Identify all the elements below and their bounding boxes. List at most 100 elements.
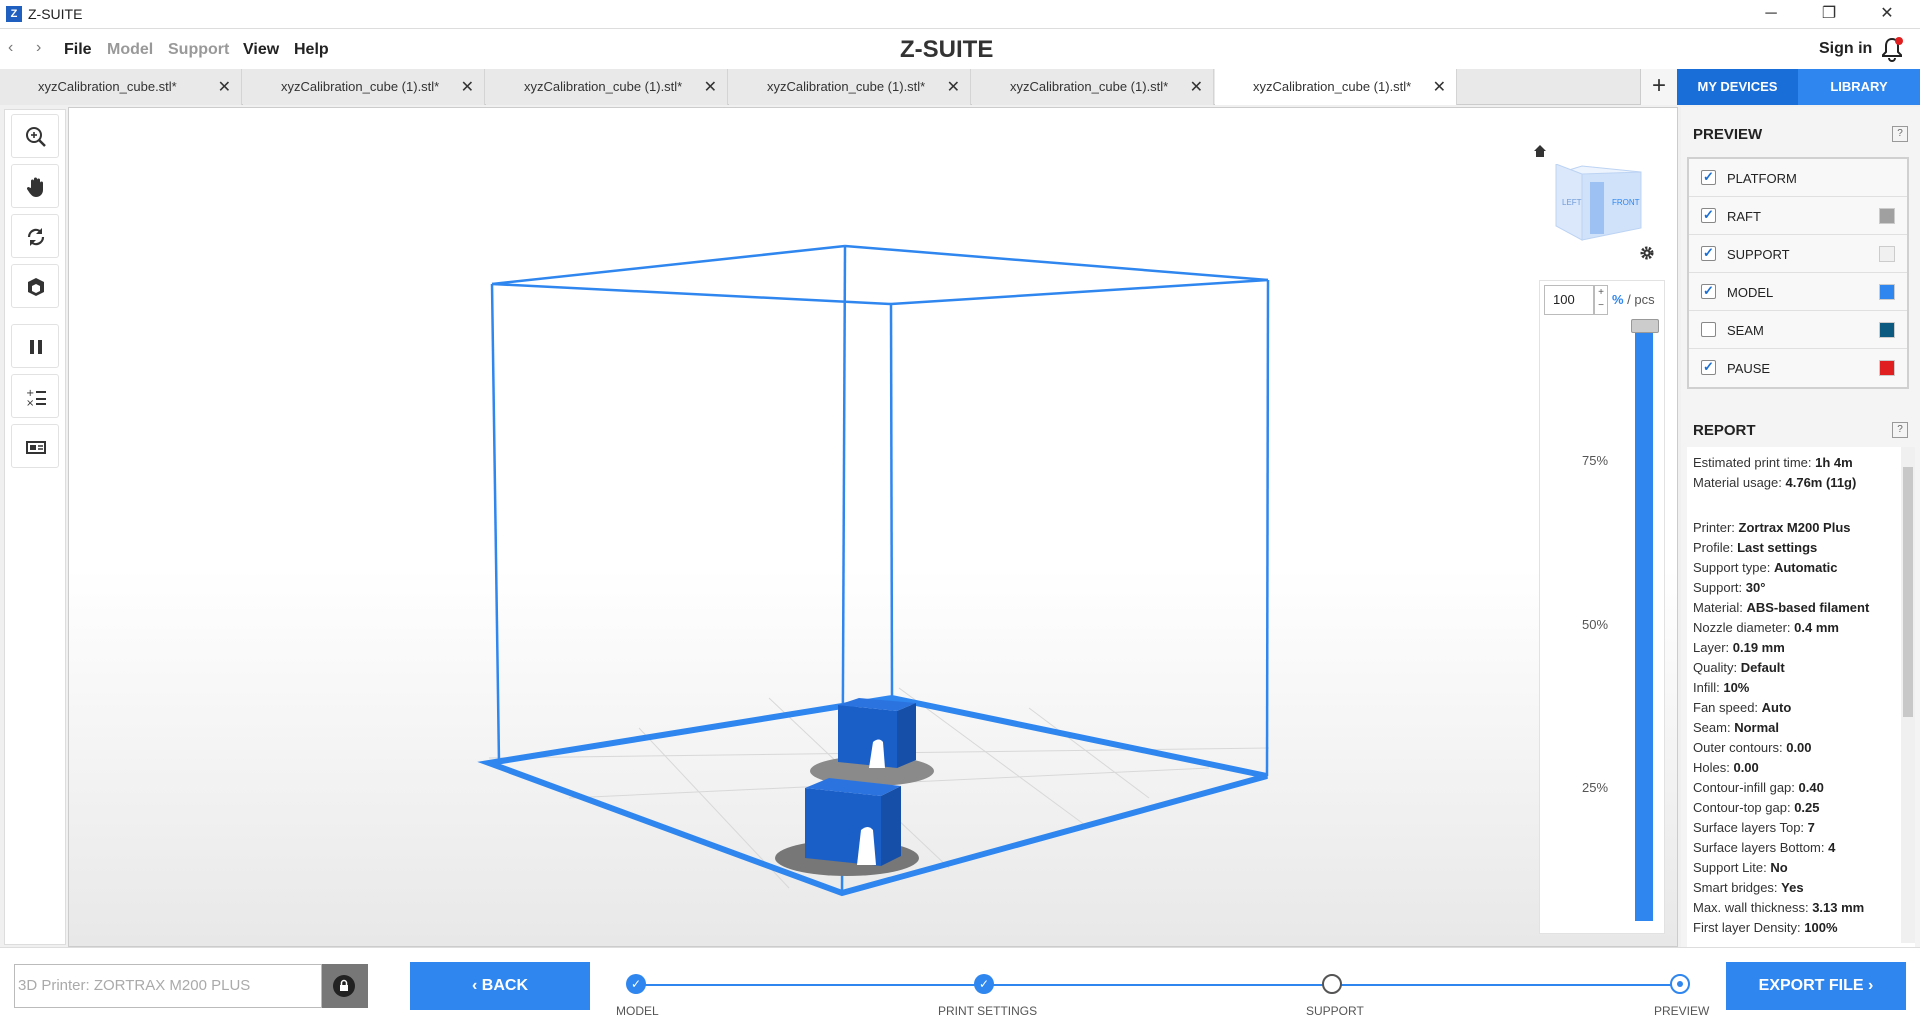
my-devices-button[interactable]: MY DEVICES	[1677, 69, 1798, 105]
rotate-icon	[27, 228, 45, 246]
minimize-button[interactable]: ─	[1748, 0, 1794, 29]
report-scrollbar[interactable]	[1901, 447, 1915, 943]
back-button[interactable]: ‹ BACK	[410, 962, 590, 1010]
preview-row-label: PLATFORM	[1727, 171, 1797, 186]
step-model-label[interactable]: MODEL	[616, 1004, 659, 1018]
file-tab[interactable]: xyzCalibration_cube.stl* ✕	[0, 69, 242, 105]
platform-checkbox[interactable]	[1701, 169, 1716, 185]
3d-viewport[interactable]: LEFT FRONT	[68, 107, 1678, 947]
restore-button[interactable]: ❐	[1806, 0, 1852, 29]
step-preview-label[interactable]: PREVIEW	[1654, 1004, 1709, 1018]
report-line: Surface layers Bottom: 4	[1693, 840, 1836, 855]
close-tab-icon[interactable]: ✕	[1433, 77, 1446, 97]
chevron-left-icon: ‹	[472, 977, 478, 994]
model-cube-front[interactable]	[805, 778, 901, 866]
model-color-swatch[interactable]	[1879, 284, 1895, 300]
back-arrow-icon[interactable]: ‹	[8, 39, 13, 57]
step-print-settings-check-icon[interactable]: ✓	[974, 974, 994, 994]
rotate-tool-button[interactable]	[11, 214, 59, 258]
pause-checkbox[interactable]	[1701, 359, 1716, 375]
stepper-up[interactable]: +	[1595, 286, 1607, 299]
report-content: Estimated print time: 1h 4m Material usa…	[1687, 447, 1915, 947]
file-tab[interactable]: xyzCalibration_cube (1).stl* ✕	[243, 69, 485, 105]
pcs-unit[interactable]: / pcs	[1624, 292, 1654, 307]
layer-stepper[interactable]: + −	[1594, 285, 1608, 315]
zoom-tool-button[interactable]	[11, 114, 59, 158]
stepper-down[interactable]: −	[1595, 299, 1607, 312]
file-tab[interactable]: xyzCalibration_cube (1).stl* ✕	[972, 69, 1214, 105]
report-line: Quality: Default	[1693, 660, 1785, 675]
raft-color-swatch[interactable]	[1879, 208, 1895, 224]
menu-support[interactable]: Support	[168, 41, 229, 59]
menu-view[interactable]: View	[243, 41, 279, 59]
layers-tool-button[interactable]	[11, 424, 59, 468]
layer-level-bar[interactable]	[1635, 323, 1653, 921]
menu-help[interactable]: Help	[294, 41, 329, 59]
pan-tool-button[interactable]	[11, 164, 59, 208]
layer-unit-toggle[interactable]: % / pcs	[1612, 292, 1655, 307]
export-file-button[interactable]: EXPORT FILE ›	[1726, 962, 1906, 1010]
model-cube-back[interactable]	[838, 698, 916, 768]
slider-tick-50: 50%	[1582, 617, 1609, 632]
preview-row-label: SUPPORT	[1727, 247, 1790, 262]
close-tab-icon[interactable]: ✕	[704, 77, 717, 97]
close-window-button[interactable]: ✕	[1864, 0, 1910, 29]
orientation-view-cube[interactable]: LEFT FRONT	[1546, 163, 1646, 250]
report-line: Surface layers Top: 7	[1693, 820, 1815, 835]
build-volume-scene	[477, 244, 1270, 897]
step-print-settings-label[interactable]: PRINT SETTINGS	[938, 1004, 1037, 1018]
seam-color-swatch[interactable]	[1879, 322, 1895, 338]
preview-row-model[interactable]: MODEL	[1689, 273, 1907, 311]
back-button-label: BACK	[481, 977, 528, 994]
preview-row-support[interactable]: SUPPORT	[1689, 235, 1907, 273]
menu-model[interactable]: Model	[107, 41, 153, 59]
file-tab-active[interactable]: xyzCalibration_cube (1).stl* ✕	[1215, 69, 1457, 105]
preview-row-platform[interactable]: PLATFORM	[1689, 159, 1907, 197]
report-line: Holes: 0.00	[1693, 760, 1759, 775]
library-button[interactable]: LIBRARY	[1798, 69, 1920, 105]
sign-in-link[interactable]: Sign in	[1819, 40, 1872, 58]
slider-tick-75: 75%	[1582, 453, 1609, 468]
report-help-icon[interactable]: ?	[1892, 422, 1908, 438]
file-tab[interactable]: xyzCalibration_cube (1).stl* ✕	[486, 69, 728, 105]
menu-bar: ‹ › File Model Support View Help Z-SUITE…	[0, 29, 1920, 69]
close-tab-icon[interactable]: ✕	[218, 77, 231, 97]
app-logo-icon: Z	[6, 6, 22, 22]
menu-file[interactable]: File	[64, 41, 92, 59]
support-color-swatch[interactable]	[1879, 246, 1895, 262]
printer-lock-button[interactable]	[322, 964, 368, 1008]
step-model-check-icon[interactable]: ✓	[626, 974, 646, 994]
seam-checkbox[interactable]	[1701, 322, 1716, 337]
model-checkbox[interactable]	[1701, 283, 1716, 299]
close-tab-icon[interactable]: ✕	[1190, 77, 1203, 97]
view-tool-button[interactable]	[11, 264, 59, 308]
gear-icon[interactable]	[1639, 245, 1655, 261]
layer-percent-input[interactable]: 100	[1544, 285, 1594, 315]
preview-options: PLATFORM RAFT SUPPORT MODEL SEAM PAUSE	[1687, 157, 1909, 389]
add-tab-button[interactable]: +	[1640, 69, 1677, 105]
step-support-label[interactable]: SUPPORT	[1306, 1004, 1364, 1018]
layer-slider-handle[interactable]	[1631, 319, 1659, 333]
close-tab-icon[interactable]: ✕	[461, 77, 474, 97]
file-tab[interactable]: xyzCalibration_cube (1).stl* ✕	[729, 69, 971, 105]
preview-row-raft[interactable]: RAFT	[1689, 197, 1907, 235]
scroll-thumb[interactable]	[1903, 467, 1913, 717]
pause-tool-button[interactable]	[11, 324, 59, 368]
support-checkbox[interactable]	[1701, 245, 1716, 261]
raft-checkbox[interactable]	[1701, 207, 1716, 223]
close-tab-icon[interactable]: ✕	[947, 77, 960, 97]
home-view-icon[interactable]	[1533, 144, 1547, 158]
report-line: Estimated print time: 1h 4m	[1693, 455, 1853, 470]
step-support-lock-icon[interactable]	[1322, 974, 1342, 994]
layer-settings-tool-button[interactable]: + ×	[11, 374, 59, 418]
pause-color-swatch[interactable]	[1879, 360, 1895, 376]
preview-row-label: MODEL	[1727, 285, 1774, 300]
view-cube-front-label: FRONT	[1612, 198, 1640, 207]
preview-row-pause[interactable]: PAUSE	[1689, 349, 1907, 387]
preview-row-seam[interactable]: SEAM	[1689, 311, 1907, 349]
notification-bell-icon[interactable]	[1880, 36, 1904, 62]
forward-arrow-icon[interactable]: ›	[36, 39, 41, 57]
preview-help-icon[interactable]: ?	[1892, 126, 1908, 142]
percent-unit[interactable]: %	[1612, 292, 1624, 307]
step-preview-current-icon[interactable]	[1670, 974, 1690, 994]
